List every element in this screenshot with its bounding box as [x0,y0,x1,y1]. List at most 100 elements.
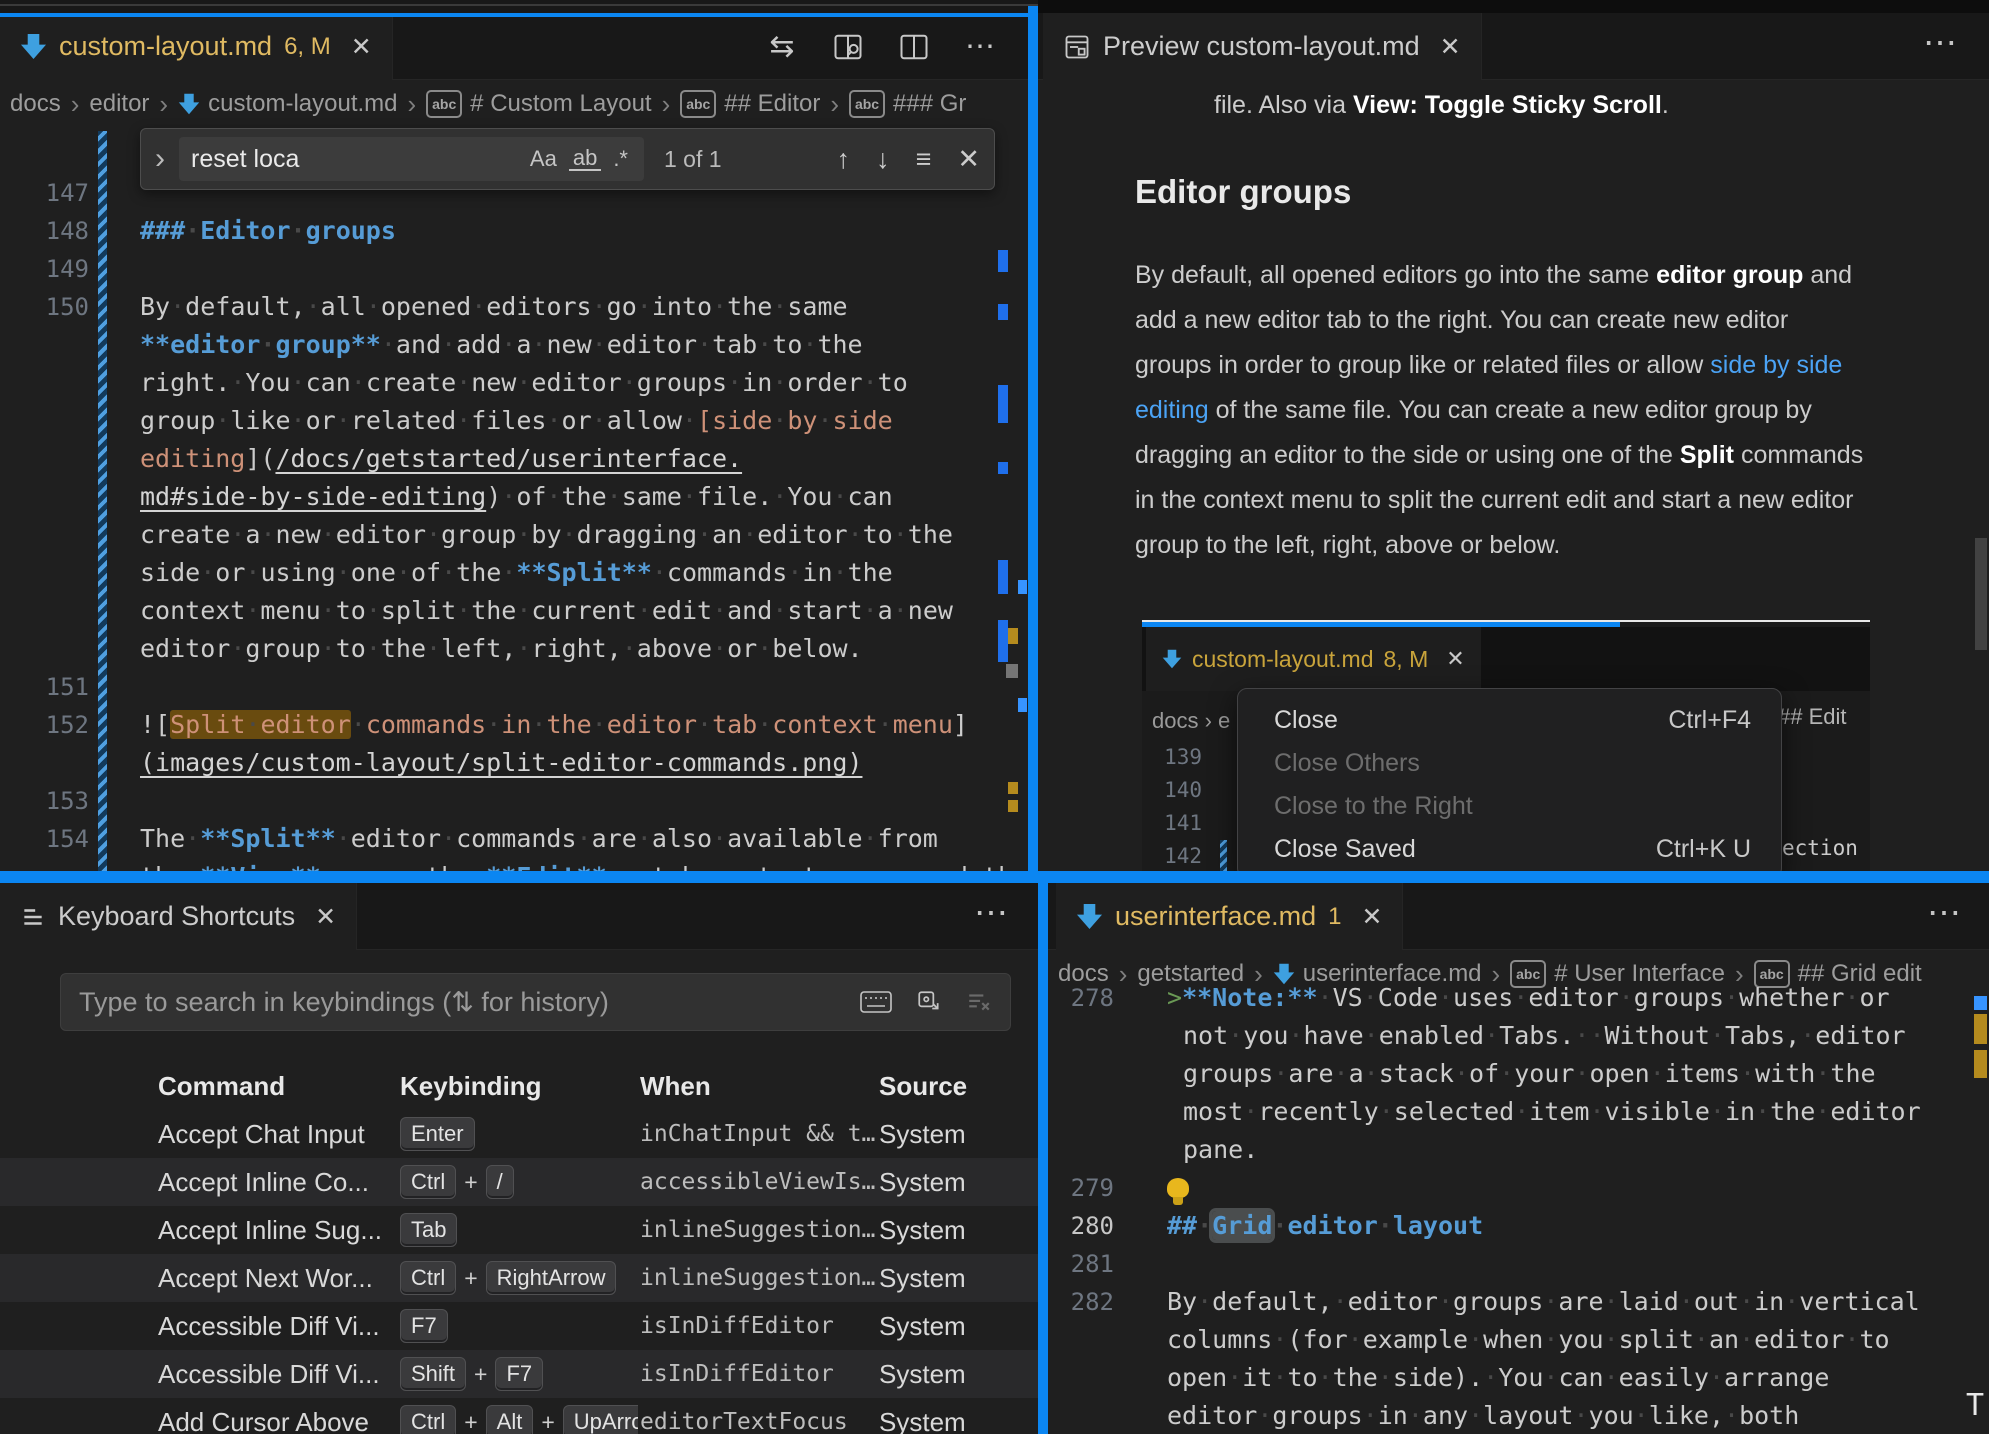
overview-ruler-mark [1008,782,1018,794]
close-icon[interactable]: ✕ [315,902,336,932]
tab-preview-custom-layout[interactable]: Preview custom-layout.md ✕ [1043,13,1482,80]
code-line: right.·You·can·create·new·editor·groups·… [0,364,1028,402]
context-menu-item[interactable]: Close SavedCtrl+K U [1238,828,1781,871]
breadcrumb-item[interactable]: docs [10,90,61,118]
code-editor-content[interactable]: 147148###·Editor·groups149150By·default,… [0,174,1028,871]
close-icon[interactable]: ✕ [1440,32,1461,62]
column-header[interactable]: Command [158,1071,285,1102]
line-number: 153 [0,782,89,820]
sash-vertical-top[interactable] [1028,6,1038,871]
close-find-icon[interactable]: ✕ [957,144,980,175]
more-actions-icon[interactable]: ⋯ [1927,893,1963,933]
breadcrumb-separator-icon: › [71,89,80,120]
code-line: context·menu·to·split·the·current·edit·a… [0,592,1028,630]
keybinding-row[interactable]: Accept Inline Sug...TabinlineSuggestion…… [0,1206,1038,1254]
lightbulb-icon[interactable] [1167,1178,1189,1198]
breadcrumb-item[interactable]: abc## Editor [680,90,820,118]
image-code-fragment: ection [1782,836,1858,860]
find-nav: ↑ ↓ ≡ ✕ [837,144,980,175]
code-line: the·**View**·menu,·the·**Edit**or·tab·co… [0,858,1028,871]
tab-problems-badge: 1 [1328,903,1341,931]
tab-modified-badge: 6, M [284,33,331,61]
keybindings-search-input[interactable]: Type to search in keybindings (⇅ for his… [60,973,1011,1031]
preview-scrollbar-thumb[interactable] [1975,538,1987,650]
breadcrumb-item[interactable]: abc# Custom Layout [426,90,651,118]
match-case-icon[interactable]: Aa [526,146,561,172]
keyboard-icon[interactable] [860,990,892,1014]
source-cell: System [879,1206,966,1254]
breadcrumb-item[interactable]: editor [89,90,149,118]
line-number: 281 [1048,1245,1114,1283]
symbol-string-icon: abc [680,90,716,118]
sash-vertical-bottom[interactable] [1038,871,1048,1434]
editor-group-top-right: Preview custom-layout.md ✕ ⋯ file. Also … [1038,13,1989,871]
overview-ruler-mark [1008,628,1018,644]
line-number: 280 [1048,1207,1114,1245]
keybinding-row[interactable]: Accessible Diff Vi...F7isInDiffEditorSys… [0,1302,1038,1350]
command-cell: Accept Inline Sug... [158,1206,382,1254]
previous-match-icon[interactable]: ↑ [837,144,851,175]
more-actions-icon[interactable]: ⋯ [974,893,1010,933]
image-breadcrumb: docs › e [1152,708,1230,734]
tab-custom-layout[interactable]: custom-layout.md 6, M ✕ [0,13,393,80]
keybinding-row[interactable]: Accept Chat InputEnterinChatInput && t…S… [0,1110,1038,1158]
line-number: 151 [0,668,89,706]
keybinding-row[interactable]: Accept Next Wor...Ctrl+RightArrowinlineS… [0,1254,1038,1302]
more-actions-icon[interactable]: ⋯ [962,29,998,65]
editor-group-bottom-left: Keyboard Shortcuts ✕ ⋯ Type to search in… [0,883,1038,1434]
sash-horizontal[interactable] [0,871,1989,883]
overview-ruler-mark [1974,1014,1987,1044]
breadcrumb-item[interactable]: custom-layout.md [178,90,397,118]
find-query[interactable]: reset loca [191,145,518,174]
close-icon[interactable]: ✕ [351,32,372,62]
breadcrumb[interactable]: docs›editor›custom-layout.md›abc# Custom… [0,80,1028,128]
context-menu-item: Close to the Right [1238,785,1781,828]
tab-keyboard-shortcuts[interactable]: Keyboard Shortcuts ✕ [0,883,357,950]
open-preview-side-icon[interactable] [830,29,866,65]
command-cell: Accept Chat Input [158,1110,365,1158]
code-editor-content[interactable]: 278>**Note:**·VS·Code·uses·editor·groups… [1048,979,1989,1434]
open-changes-icon[interactable]: ⇆ [764,29,800,65]
close-icon[interactable]: ✕ [1361,902,1382,932]
markdown-file-icon [20,33,47,60]
find-in-selection-icon[interactable]: ≡ [916,144,932,175]
context-menu-item[interactable]: CloseCtrl+F4 [1238,699,1781,742]
search-placeholder: Type to search in keybindings (⇅ for his… [79,987,836,1018]
code-line: 278>**Note:**·VS·Code·uses·editor·groups… [1048,979,1989,1017]
column-header[interactable]: Source [879,1071,967,1102]
find-match-count: 1 of 1 [664,146,722,173]
keybinding-cell: Enter [400,1110,638,1158]
menu-shortcut: Ctrl+F4 [1668,699,1751,742]
keycap: Ctrl [400,1261,456,1295]
find-input[interactable]: reset loca Aa ab .* [179,137,644,181]
column-header[interactable]: When [640,1071,711,1102]
clear-search-icon[interactable] [966,989,992,1015]
keybinding-row[interactable]: Add Cursor AboveCtrl+Alt+UpArroweditorTe… [0,1398,1038,1434]
code-line: 153 [0,782,1028,820]
overview-ruler-mark [998,620,1008,662]
breadcrumb-separator-icon: › [830,89,839,120]
image-modified-gutter [1220,840,1227,871]
code-line: 149 [0,250,1028,288]
line-number: 278 [1048,979,1114,1017]
whole-word-icon[interactable]: ab [569,147,601,171]
overview-ruler-mark [1974,1050,1987,1078]
tab-userinterface[interactable]: userinterface.md 1 ✕ [1056,883,1403,950]
breadcrumb-item[interactable]: abc### Gr [849,90,966,118]
keybinding-row[interactable]: Accessible Diff Vi...Shift+F7isInDiffEdi… [0,1350,1038,1398]
regex-icon[interactable]: .* [609,146,632,172]
preview-partial-line: file. Also via View: Toggle Sticky Scrol… [1214,91,1669,120]
when-cell: isInDiffEditor [640,1302,834,1350]
line-number: 154 [0,820,89,858]
split-editor-icon[interactable] [896,29,932,65]
keycap: Alt [486,1405,534,1434]
toggle-replace-icon[interactable]: › [155,142,165,176]
record-keys-icon[interactable] [916,989,942,1015]
keybinding-cell: Ctrl+RightArrow [400,1254,638,1302]
line-number: 139 [1142,741,1202,774]
column-header[interactable]: Keybinding [400,1071,542,1102]
more-actions-icon[interactable]: ⋯ [1923,23,1959,63]
keybinding-row[interactable]: Accept Inline Co...Ctrl+/accessibleViewI… [0,1158,1038,1206]
next-match-icon[interactable]: ↓ [876,144,890,175]
tab-label: custom-layout.md [59,31,272,62]
